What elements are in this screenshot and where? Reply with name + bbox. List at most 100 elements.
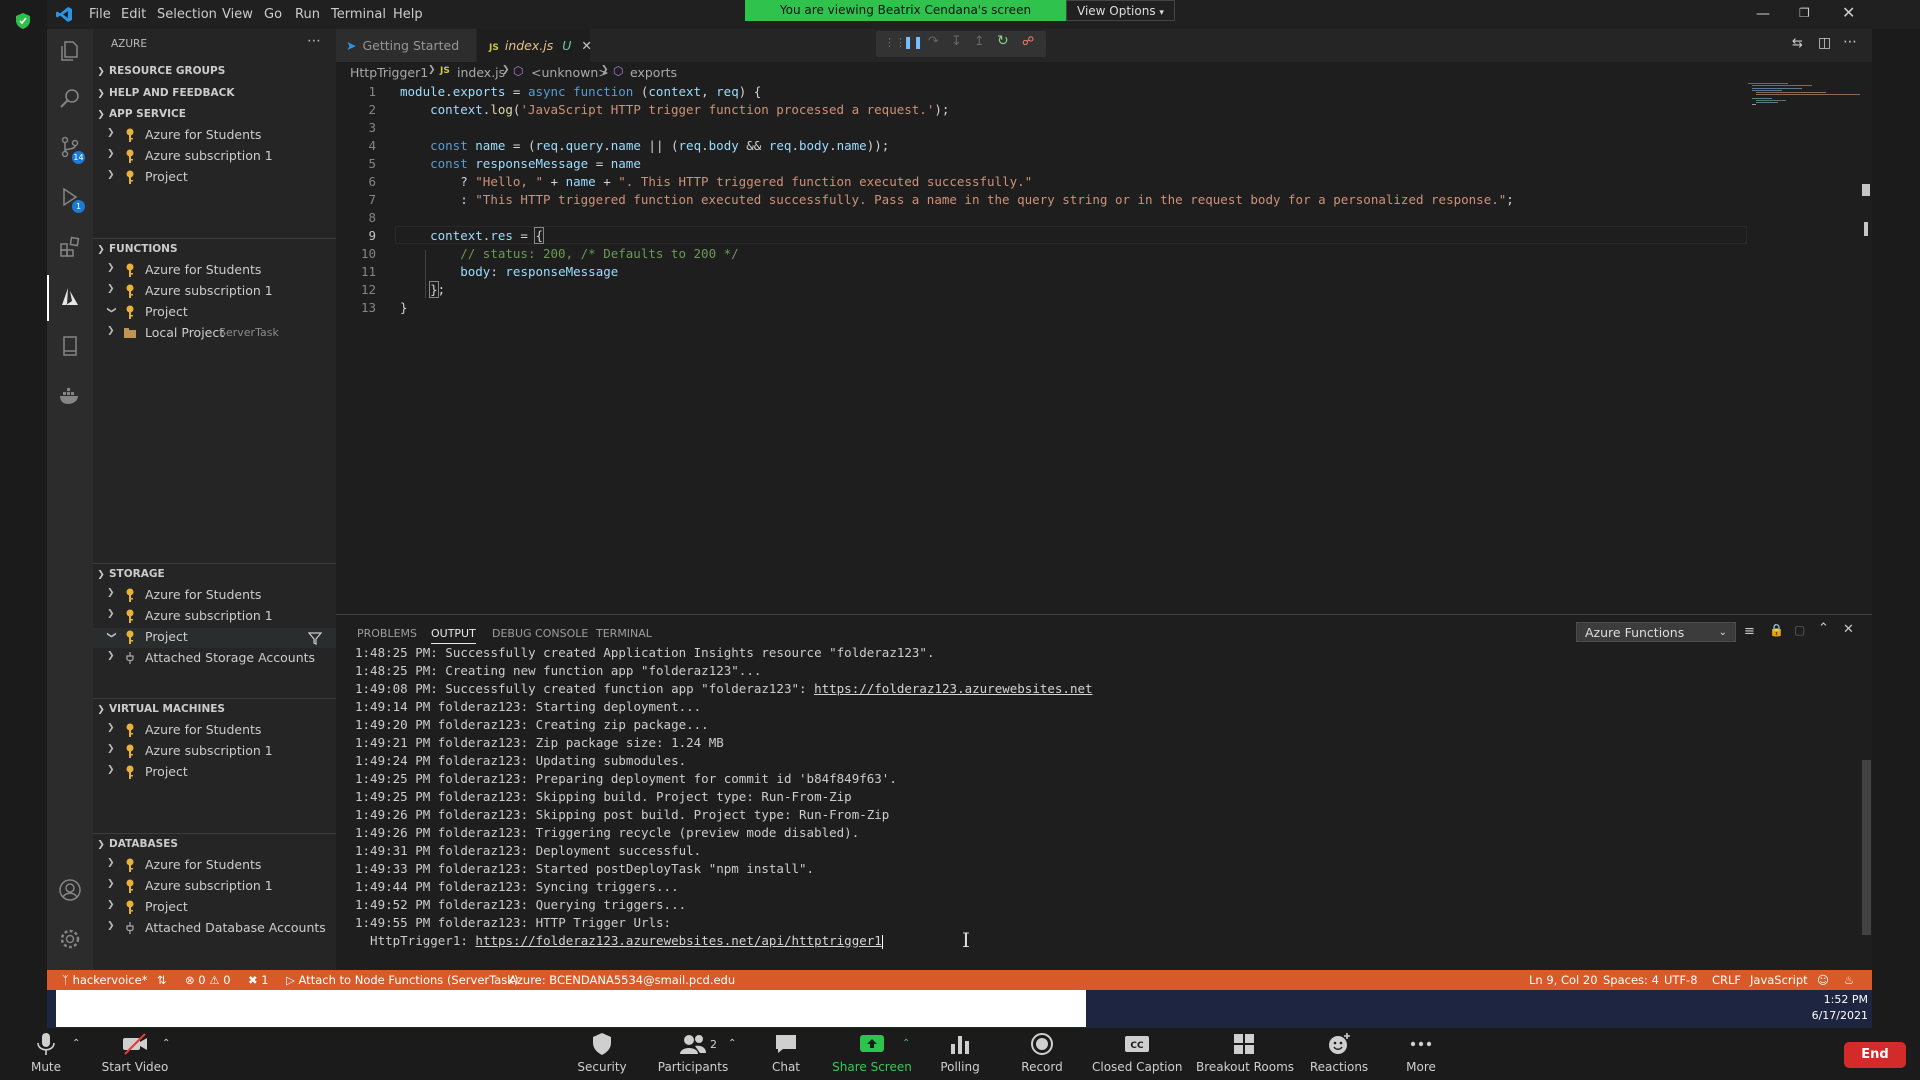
- end-meeting-button[interactable]: End: [1844, 1042, 1906, 1068]
- breadcrumb-exports[interactable]: exports: [630, 65, 677, 80]
- breadcrumb[interactable]: HttpTrigger1 ❯ JS index.js ❯ ⬡ <unknown>…: [336, 62, 1436, 82]
- compare-icon[interactable]: ⇆: [1792, 36, 1803, 51]
- menu-terminal[interactable]: Terminal: [331, 7, 386, 22]
- menu-file[interactable]: File: [89, 7, 111, 22]
- section-storage[interactable]: ❯ STORAGE: [93, 568, 336, 580]
- restart-icon[interactable]: ↻: [997, 33, 1009, 49]
- tree-item[interactable]: ❯ Azure for Students: [93, 126, 336, 146]
- view-options-button[interactable]: View Options ▾: [1066, 0, 1175, 21]
- chevron-up-icon[interactable]: ⌃: [162, 1038, 170, 1049]
- tab-debug-console[interactable]: DEBUG CONSOLE: [492, 627, 588, 640]
- chevron-up-icon[interactable]: ⌃: [72, 1038, 80, 1049]
- chevron-up-icon[interactable]: ⌃: [728, 1038, 736, 1049]
- search-icon[interactable]: [58, 87, 82, 111]
- tree-item[interactable]: ❯ Project: [93, 763, 336, 783]
- pause-icon[interactable]: ❚❚: [903, 35, 923, 49]
- section-help-feedback[interactable]: ❯ HELP AND FEEDBACK: [93, 87, 336, 99]
- tree-item[interactable]: ❯ Azure subscription 1: [93, 147, 336, 167]
- tab-problems[interactable]: PROBLEMS: [357, 627, 417, 640]
- minimize-icon[interactable]: —: [1756, 6, 1770, 22]
- tab-index-js[interactable]: JS index.js U ✕: [477, 29, 592, 62]
- tree-item[interactable]: ❯ Attached Storage Accounts: [93, 649, 336, 669]
- tab-getting-started[interactable]: ➤ Getting Started: [336, 29, 476, 62]
- docker-icon[interactable]: [58, 384, 82, 408]
- panel-scrollbar-thumb[interactable]: [1862, 760, 1871, 935]
- problems-status[interactable]: ⊗ 0 ⚠ 0: [185, 973, 231, 987]
- restore-icon[interactable]: ❐: [1799, 6, 1810, 20]
- gear-icon[interactable]: [58, 927, 82, 951]
- tree-item[interactable]: ❯ Project: [93, 303, 336, 323]
- sync-icon[interactable]: ⇅: [157, 973, 167, 987]
- menu-edit[interactable]: Edit: [121, 7, 146, 22]
- tree-item[interactable]: ❯ Attached Database Accounts: [93, 919, 336, 939]
- breakout-rooms-button[interactable]: Breakout Rooms: [1196, 1032, 1294, 1074]
- tree-item[interactable]: ❯ Azure for Students: [93, 586, 336, 606]
- tree-item[interactable]: ❯ Local Project ServerTask: [93, 324, 336, 344]
- close-window-icon[interactable]: ✕: [1842, 3, 1855, 22]
- tree-item[interactable]: ❯ Azure for Students: [93, 261, 336, 281]
- tree-item[interactable]: ❯ Azure subscription 1: [93, 742, 336, 762]
- tree-item[interactable]: ❯ Azure subscription 1: [93, 282, 336, 302]
- output-source-select[interactable]: Azure Functions ⌄: [1576, 622, 1736, 642]
- feedback-icon[interactable]: ☺: [1817, 973, 1829, 987]
- section-databases[interactable]: ❯ DATABASES: [93, 838, 336, 850]
- participants-button[interactable]: Participants: [656, 1032, 730, 1074]
- branch-status[interactable]: ᛉ hackervoice*: [62, 973, 147, 987]
- tree-item[interactable]: ❯ Azure for Students: [93, 856, 336, 876]
- debug-session-status[interactable]: ✖ 1: [248, 973, 269, 987]
- breadcrumb-symbol[interactable]: <unknown>: [531, 65, 609, 80]
- attach-status[interactable]: ▷ Attach to Node Functions (ServerTask): [286, 973, 518, 987]
- more-button[interactable]: More: [1400, 1032, 1442, 1074]
- section-app-service[interactable]: ❯ APP SERVICE: [93, 108, 336, 120]
- azure-account-status[interactable]: Azure: BCENDANA5534@smail.pcd.edu: [509, 973, 735, 987]
- account-icon[interactable]: [58, 878, 82, 902]
- step-over-icon[interactable]: ↷: [928, 34, 939, 49]
- more-actions-icon[interactable]: ⋯: [1843, 34, 1857, 50]
- indentation-status[interactable]: Spaces: 4: [1603, 973, 1659, 987]
- tab-terminal[interactable]: TERMINAL: [596, 627, 652, 640]
- chevron-up-icon[interactable]: ⌃: [902, 1038, 910, 1049]
- explorer-icon[interactable]: [58, 39, 82, 63]
- menu-run[interactable]: Run: [295, 7, 320, 22]
- section-virtual-machines[interactable]: ❯ VIRTUAL MACHINES: [93, 703, 336, 715]
- function-app-url-link[interactable]: https://folderaz123.azurewebsites.net: [814, 681, 1092, 696]
- polling-button[interactable]: Polling: [936, 1032, 984, 1074]
- security-button[interactable]: Security: [572, 1032, 632, 1074]
- tab-output[interactable]: OUTPUT: [431, 627, 476, 644]
- minimap[interactable]: [1748, 82, 1860, 108]
- tree-item[interactable]: ❯ Azure subscription 1: [93, 877, 336, 897]
- close-tab-icon[interactable]: ✕: [581, 38, 591, 53]
- clear-output-icon[interactable]: ≡: [1744, 624, 1755, 639]
- http-trigger-url-link[interactable]: https://folderaz123.azurewebsites.net/ap…: [475, 933, 881, 948]
- section-functions[interactable]: ❯ FUNCTIONS: [93, 243, 336, 255]
- menu-view[interactable]: View: [222, 7, 253, 22]
- section-resource-groups[interactable]: ❯ RESOURCE GROUPS: [93, 65, 336, 77]
- tree-item[interactable]: ❯ Azure for Students: [93, 721, 336, 741]
- tree-item[interactable]: ❯ Project: [93, 628, 336, 648]
- tree-item[interactable]: ❯ Azure subscription 1: [93, 607, 336, 627]
- filter-icon[interactable]: [308, 631, 322, 645]
- extensions-icon[interactable]: [58, 235, 82, 259]
- tree-item[interactable]: ❯ Project: [93, 898, 336, 918]
- menu-selection[interactable]: Selection: [157, 7, 217, 22]
- cursor-position[interactable]: Ln 9, Col 20: [1529, 973, 1598, 987]
- encoding-status[interactable]: UTF-8: [1664, 973, 1698, 987]
- breadcrumb-file[interactable]: index.js: [457, 65, 505, 80]
- open-log-icon[interactable]: ▢: [1794, 623, 1805, 637]
- close-panel-icon[interactable]: ✕: [1843, 622, 1854, 637]
- reactions-button[interactable]: Reactions: [1308, 1032, 1370, 1074]
- eol-status[interactable]: CRLF: [1712, 973, 1741, 987]
- azure-icon[interactable]: [58, 285, 82, 309]
- lock-icon[interactable]: 🔒: [1769, 623, 1784, 637]
- step-out-icon[interactable]: ↥: [974, 34, 985, 49]
- menu-help[interactable]: Help: [393, 7, 423, 22]
- notebook-icon[interactable]: [58, 334, 82, 358]
- more-actions-icon[interactable]: ⋯: [307, 33, 321, 49]
- disconnect-icon[interactable]: ☍: [1022, 34, 1034, 48]
- closed-caption-button[interactable]: CC Closed Caption: [1092, 1032, 1182, 1074]
- tree-item[interactable]: ❯ Project: [93, 168, 336, 188]
- maximize-panel-icon[interactable]: ⌃: [1818, 621, 1829, 636]
- language-status[interactable]: JavaScript: [1750, 973, 1808, 987]
- breadcrumb-folder[interactable]: HttpTrigger1: [350, 65, 428, 80]
- bell-icon[interactable]: ♨: [1844, 973, 1854, 987]
